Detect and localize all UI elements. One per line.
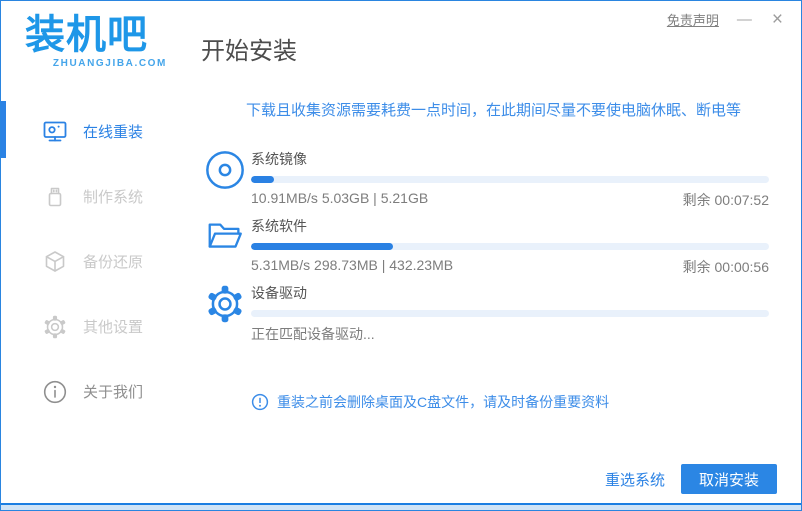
backup-icon	[42, 249, 68, 275]
task-row-system-software: 系统软件 5.31MB/s 298.73MB | 432.23MB 剩余 00:…	[204, 214, 769, 277]
task-name: 设备驱动	[251, 285, 307, 301]
main-panel: 下载且收集资源需要耗费一点时间，在此期间尽量不要使电脑休眠、断电等 系统镜像 1…	[186, 89, 801, 503]
sidebar-item-other-settings[interactable]: 其他设置	[1, 294, 186, 359]
task-stats: 5.31MB/s 298.73MB | 432.23MB	[251, 257, 454, 273]
task-stats: 10.91MB/s 5.03GB | 5.21GB	[251, 190, 429, 206]
sidebar-item-label: 制作系统	[83, 189, 144, 206]
task-name: 系统镜像	[251, 151, 307, 167]
task-row-device-driver: 设备驱动 正在匹配设备驱动...	[204, 281, 769, 344]
task-progress-bar	[251, 176, 769, 183]
monitor-icon	[42, 119, 68, 145]
minimize-icon[interactable]: —	[735, 10, 754, 29]
folder-icon	[204, 214, 251, 277]
sidebar-item-about-us[interactable]: 关于我们	[1, 359, 186, 424]
close-icon[interactable]: ×	[770, 10, 785, 29]
window-bottom-edge	[1, 503, 801, 510]
cancel-install-button[interactable]: 取消安装	[681, 464, 777, 494]
backup-warning-text: 重装之前会删除桌面及C盘文件，请及时备份重要资料	[277, 394, 610, 410]
reselect-system-button[interactable]: 重选系统	[605, 469, 665, 490]
info-icon	[42, 379, 68, 405]
sidebar-item-label: 备份还原	[83, 254, 144, 271]
sidebar-item-label: 关于我们	[83, 384, 144, 401]
sidebar-item-label: 其他设置	[83, 319, 144, 336]
sidebar-item-label: 在线重装	[83, 124, 144, 141]
usb-icon	[42, 184, 68, 210]
disclaimer-link[interactable]: 免责声明	[667, 10, 719, 29]
task-name: 系统软件	[251, 218, 307, 234]
task-progress-fill	[251, 243, 394, 250]
gear-icon	[204, 281, 251, 344]
sidebar-item-online-reinstall[interactable]: 在线重装	[1, 99, 186, 164]
sidebar-item-backup-restore[interactable]: 备份还原	[1, 229, 186, 294]
task-row-system-image: 系统镜像 10.91MB/s 5.03GB | 5.21GB 剩余 00:07:…	[204, 147, 769, 210]
disc-icon	[204, 147, 251, 210]
task-stats: 正在匹配设备驱动...	[251, 326, 375, 342]
app-window: 装机吧 ZHUANGJIBA.COM 开始安装 免责声明 — × 在线重装 制作…	[0, 0, 802, 511]
sidebar: 在线重装 制作系统 备份还原 其他设置 关于我们	[1, 89, 186, 503]
task-progress-bar	[251, 310, 769, 317]
footer-actions: 重选系统 取消安装	[605, 464, 777, 494]
app-logo: 装机吧 ZHUANGJIBA.COM	[25, 13, 167, 69]
task-remaining-time: 剩余 00:00:56	[682, 259, 769, 275]
sidebar-item-make-system[interactable]: 制作系统	[1, 164, 186, 229]
task-progress-fill	[251, 176, 275, 183]
gear-icon	[42, 314, 68, 340]
task-progress-bar	[251, 243, 769, 250]
titlebar-controls: 免责声明 — ×	[667, 10, 785, 29]
backup-warning: 重装之前会删除桌面及C盘文件，请及时备份重要资料	[251, 392, 609, 412]
warning-circle-icon	[251, 393, 269, 411]
app-logo-title: 装机吧	[25, 13, 148, 57]
app-logo-subtitle: ZHUANGJIBA.COM	[52, 58, 167, 69]
task-remaining-time: 剩余 00:07:52	[682, 192, 769, 208]
download-notice: 下载且收集资源需要耗费一点时间，在此期间尽量不要使电脑休眠、断电等	[245, 102, 741, 119]
task-list: 系统镜像 10.91MB/s 5.03GB | 5.21GB 剩余 00:07:…	[204, 147, 769, 348]
page-title: 开始安装	[201, 38, 297, 65]
